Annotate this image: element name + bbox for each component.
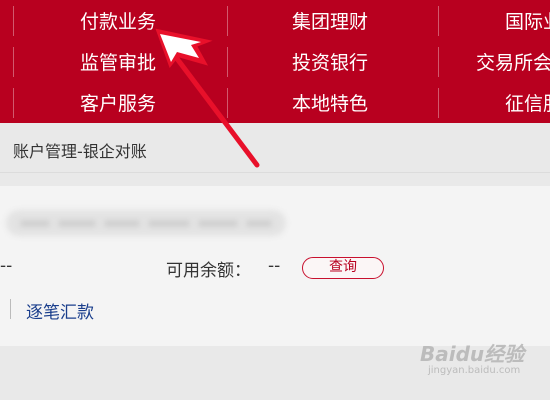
account-panel: -- 可用余额： -- 查询 逐笔汇款	[0, 186, 550, 346]
itemized-remittance-link[interactable]: 逐笔汇款	[26, 298, 94, 323]
nav-row-2: 监管审批 投资银行 交易所会	[0, 41, 550, 82]
nav-item-customer-service[interactable]: 客户服务	[80, 82, 156, 123]
blurred-account-number	[6, 210, 286, 236]
nav-divider	[227, 88, 228, 118]
nav-item-regulatory-approval[interactable]: 监管审批	[80, 41, 156, 82]
nav-divider	[438, 6, 439, 36]
nav-item-group-finance[interactable]: 集团理财	[292, 0, 368, 41]
account-value: --	[0, 256, 13, 276]
nav-item-investment-banking[interactable]: 投资银行	[292, 41, 368, 82]
query-button[interactable]: 查询	[302, 257, 384, 279]
nav-divider	[13, 88, 14, 118]
nav-item-exchange[interactable]: 交易所会	[476, 41, 550, 82]
top-navigation: 付款业务 集团理财 国际业 监管审批 投资银行 交易所会 客户服务 本地特色 征…	[0, 0, 550, 123]
nav-divider	[438, 88, 439, 118]
baidu-watermark: Baidu经验 jingyan.baidu.com	[420, 338, 525, 376]
nav-divider	[13, 47, 14, 77]
nav-row-3: 客户服务 本地特色 征信服	[0, 82, 550, 123]
nav-divider	[227, 6, 228, 36]
available-balance-label: 可用余额：	[166, 261, 251, 281]
nav-divider	[13, 6, 14, 36]
breadcrumb-bar: 账户管理-银企对账	[0, 123, 550, 173]
nav-item-payment-business[interactable]: 付款业务	[80, 0, 156, 41]
nav-item-local-features[interactable]: 本地特色	[292, 82, 368, 123]
nav-item-international[interactable]: 国际业	[505, 0, 550, 41]
watermark-brand: Baidu经验	[420, 342, 525, 366]
nav-item-credit-service[interactable]: 征信服	[505, 82, 550, 123]
watermark-url: jingyan.baidu.com	[428, 365, 521, 376]
nav-divider	[438, 47, 439, 77]
available-balance-value: --	[268, 256, 281, 276]
nav-row-1: 付款业务 集团理财 国际业	[0, 0, 550, 41]
nav-divider	[227, 47, 228, 77]
breadcrumb: 账户管理-银企对账	[13, 142, 147, 161]
link-divider	[10, 299, 11, 319]
